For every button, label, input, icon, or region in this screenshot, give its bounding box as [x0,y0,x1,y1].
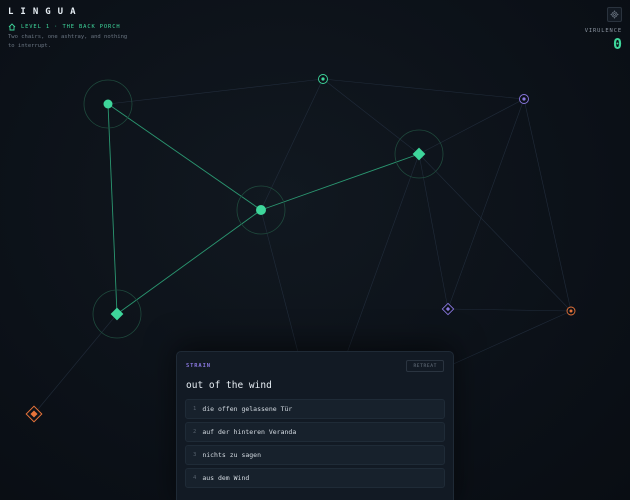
virulence-value: 0 [612,35,622,53]
option-text: die offen gelassene Tür [202,405,293,413]
strain-panel: STRAIN RETREAT out of the wind 1 die off… [176,351,454,500]
option-number: 1 [193,406,197,412]
option-text: auf der hinteren Veranda [202,428,297,436]
panel-label: STRAIN [186,363,211,369]
gear-icon [610,10,619,19]
option-number: 3 [193,452,197,458]
virulence-label: VIRULENCE [584,28,622,34]
retreat-button[interactable]: RETREAT [406,360,444,372]
home-icon [8,23,16,31]
option-text: aus dem Wind [202,474,250,482]
option-text: nichts zu sagen [202,451,262,459]
answer-option-4[interactable]: 4 aus dem Wind [185,468,445,488]
answer-options: 1 die offen gelassene Tür 2 auf der hint… [185,399,445,491]
option-number: 2 [193,429,197,435]
answer-option-2[interactable]: 2 auf der hinteren Veranda [185,422,445,442]
option-number: 4 [193,475,197,481]
answer-option-3[interactable]: 3 nichts zu sagen [185,445,445,465]
node-center[interactable] [236,185,286,235]
node-veranda[interactable] [394,129,444,179]
node-orange-right[interactable] [566,306,576,316]
node-ashtray[interactable] [92,289,142,339]
node-orange-threat[interactable] [25,405,43,423]
level-indicator: LEVEL 1 · THE BACK PORCH [8,23,121,31]
prompt-text: out of the wind [186,380,272,391]
node-purple-diamond[interactable] [441,302,455,316]
app-title: LINGUA [8,7,83,17]
settings-button[interactable] [607,7,622,22]
level-label: LEVEL 1 · THE BACK PORCH [21,24,121,30]
answer-option-1[interactable]: 1 die offen gelassene Tür [185,399,445,419]
node-porch-chair-left[interactable] [83,79,133,129]
node-door[interactable] [318,74,328,84]
node-purple-top[interactable] [519,94,529,104]
level-subtitle: Two chairs, one ashtray, and nothing to … [8,34,128,49]
